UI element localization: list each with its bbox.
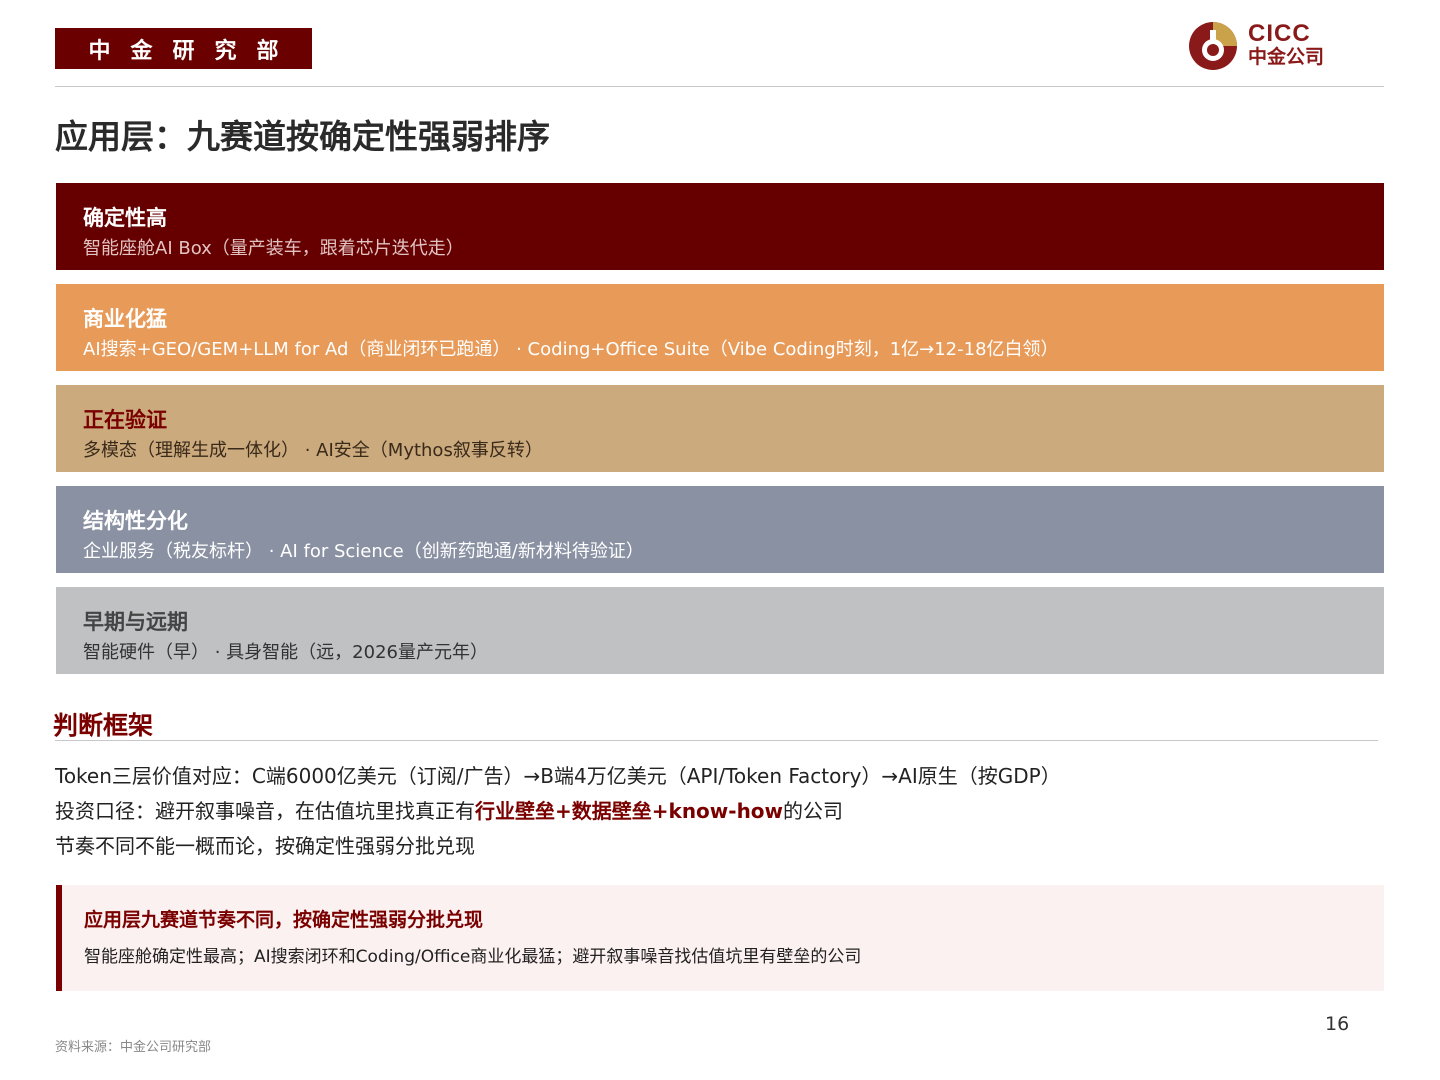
tier-description: 企业服务（税友标杆） · AI for Science（创新药跑通/新材料待验证… <box>83 541 644 562</box>
callout-body: 智能座舱确定性最高；AI搜索闭环和Coding/Office商业化最猛；避开叙事… <box>84 947 862 967</box>
tier-row: 结构性分化 企业服务（税友标杆） · AI for Science（创新药跑通/… <box>56 486 1384 573</box>
framework-line-investment: 投资口径：避开叙事噪音，在估值坑里找真正有行业壁垒+数据壁垒+know-how的… <box>55 797 843 825</box>
tier-row: 早期与远期 智能硬件（早） · 具身智能（远，2026量产元年） <box>56 587 1384 674</box>
tier-description: 智能座舱AI Box（量产装车，跟着芯片迭代走） <box>83 238 464 259</box>
tier-title: 结构性分化 <box>83 509 188 533</box>
tier-description: 多模态（理解生成一体化） · AI安全（Mythos叙事反转） <box>83 440 543 461</box>
framework-line-investment-post: 的公司 <box>783 799 844 823</box>
tier-row: 确定性高 智能座舱AI Box（量产装车，跟着芯片迭代走） <box>56 183 1384 270</box>
framework-heading: 判断框架 <box>53 711 154 740</box>
framework-line-rhythm: 节奏不同不能一概而论，按确定性强弱分批兑现 <box>55 834 475 858</box>
conclusion-callout: 应用层九赛道节奏不同，按确定性强弱分批兑现 智能座舱确定性最高；AI搜索闭环和C… <box>56 885 1384 991</box>
page-number: 16 <box>1325 1013 1350 1035</box>
department-label: 中金研究部 <box>55 28 312 69</box>
callout-title: 应用层九赛道节奏不同，按确定性强弱分批兑现 <box>84 909 484 931</box>
tier-title: 正在验证 <box>83 408 167 432</box>
tier-description: 智能硬件（早） · 具身智能（远，2026量产元年） <box>83 642 488 663</box>
header-divider <box>55 86 1384 87</box>
tier-row: 正在验证 多模态（理解生成一体化） · AI安全（Mythos叙事反转） <box>56 385 1384 472</box>
tier-title: 早期与远期 <box>83 610 188 634</box>
cicc-logo-icon <box>1189 22 1237 70</box>
framework-line-token: Token三层价值对应：C端6000亿美元（订阅/广告）→B端4万亿美元（API… <box>55 764 1061 788</box>
framework-divider <box>55 740 1378 741</box>
logo-text-cn: 中金公司 <box>1248 46 1325 68</box>
logo-text-en: CICC <box>1248 20 1311 47</box>
tier-row: 商业化猛 AI搜索+GEO/GEM+LLM for Ad（商业闭环已跑通） · … <box>56 284 1384 371</box>
tier-title: 确定性高 <box>83 206 167 230</box>
tier-description: AI搜索+GEO/GEM+LLM for Ad（商业闭环已跑通） · Codin… <box>83 339 1059 360</box>
cicc-logo: CICC 中金公司 <box>1188 20 1338 72</box>
tier-title: 商业化猛 <box>83 307 167 331</box>
framework-line-investment-emphasis: 行业壁垒+数据壁垒+know-how <box>475 799 784 823</box>
framework-line-investment-pre: 投资口径：避开叙事噪音，在估值坑里找真正有 <box>55 799 475 823</box>
source-note: 资料来源：中金公司研究部 <box>55 1040 212 1055</box>
page-title: 应用层：九赛道按确定性强弱排序 <box>55 117 550 156</box>
